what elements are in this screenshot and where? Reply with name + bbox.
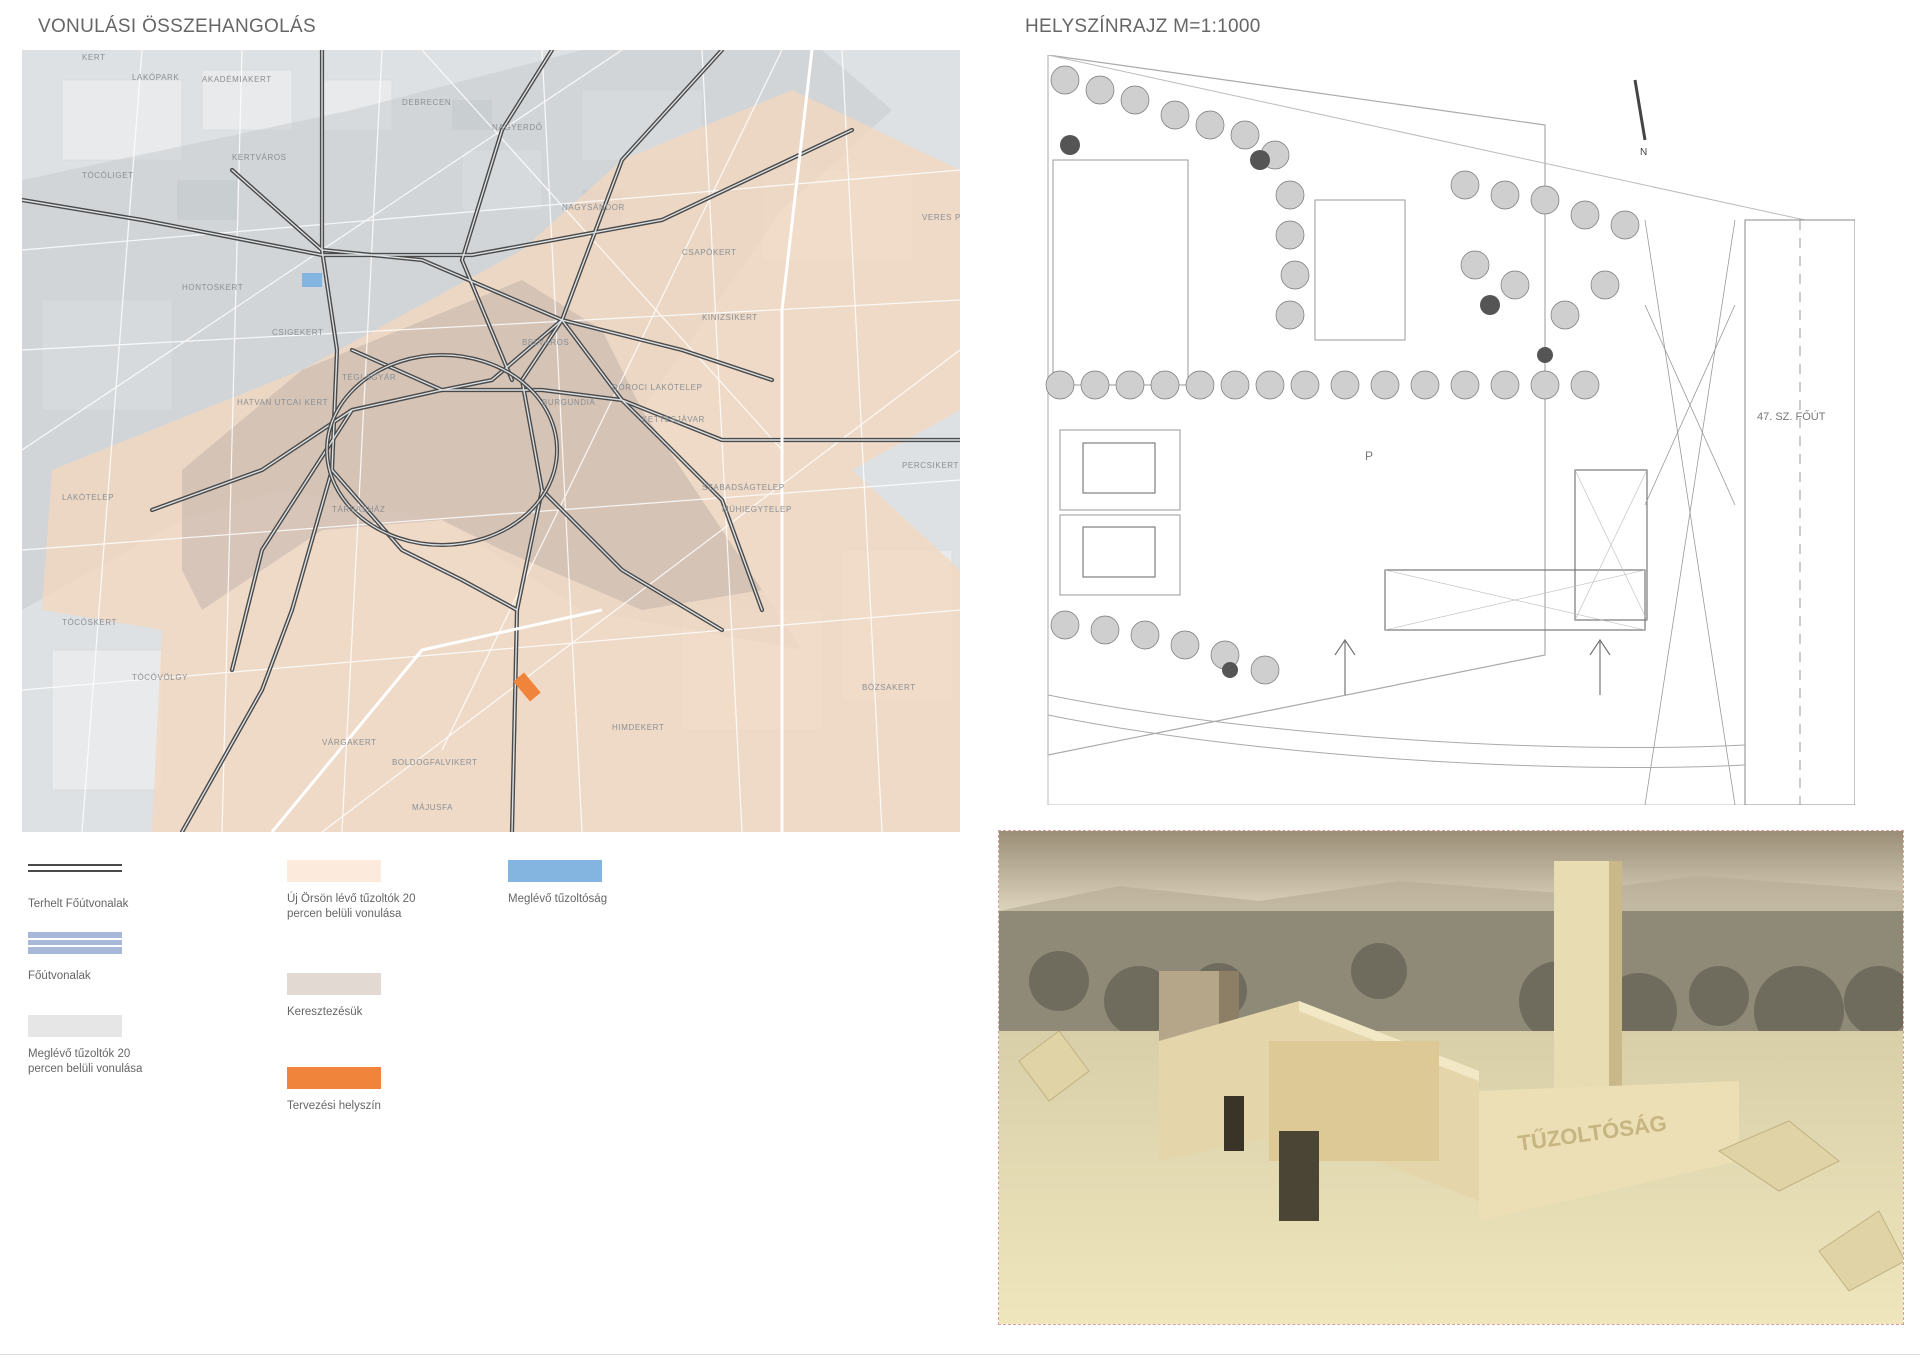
svg-text:PERCSIKERT: PERCSIKERT — [902, 461, 959, 470]
svg-text:SZABADSÁGTELEP: SZABADSÁGTELEP — [702, 483, 785, 492]
svg-text:KETTESJÁVAR: KETTESJÁVAR — [642, 415, 705, 424]
legend-new-coverage: Új Örsön lévő tűzoltók 20 percen belüli … — [287, 860, 427, 922]
legend-swatch-fill — [287, 1067, 381, 1089]
svg-text:BÓZSAKERT: BÓZSAKERT — [862, 683, 916, 692]
legend-label: Új Örsön lévő tűzoltók 20 percen belüli … — [287, 893, 416, 920]
road-label: 47. SZ. FŐÚT — [1757, 409, 1826, 423]
legend-label: Meglévő tűzoltók 20 percen belüli vonulá… — [28, 1048, 143, 1075]
existing-station-marker — [302, 273, 322, 287]
svg-text:TÓCÓVÖLGY: TÓCÓVÖLGY — [132, 673, 188, 682]
svg-text:TÓCÓLIGET: TÓCÓLIGET — [82, 171, 134, 180]
legend-label: Tervezési helyszín — [287, 1100, 381, 1112]
svg-text:VERES PÉTER: VERES PÉTER — [922, 213, 960, 222]
legend-label: Terhelt Főútvonalak — [28, 898, 129, 910]
legend-swatch-fill — [508, 860, 602, 882]
svg-text:CSAPÓKERT: CSAPÓKERT — [682, 248, 737, 257]
legend-label: Főútvonalak — [28, 970, 91, 982]
bottom-rule — [0, 1354, 1920, 1355]
site-plan[interactable]: 47. SZ. FŐÚT P N — [1045, 55, 1855, 805]
svg-text:HATVAN UTCAI KERT: HATVAN UTCAI KERT — [237, 398, 328, 407]
svg-text:BOLDOGFALVIKERT: BOLDOGFALVIKERT — [392, 758, 478, 767]
svg-text:HIMDEKERT: HIMDEKERT — [612, 723, 664, 732]
legend-swatch-double-line — [28, 864, 122, 872]
svg-text:DÓROCI LAKÓTELEP: DÓROCI LAKÓTELEP — [612, 383, 703, 392]
legend-design-site: Tervezési helyszín — [287, 1067, 547, 1114]
map-title: VONULÁSI ÖSSZEHANGOLÁS — [38, 16, 316, 37]
svg-text:KINIZSIKERT: KINIZSIKERT — [702, 313, 758, 322]
north-arrow-icon: N — [1633, 79, 1647, 158]
svg-text:MÁJUSFA: MÁJUSFA — [412, 803, 453, 812]
svg-text:NAGYERDŐ: NAGYERDŐ — [492, 123, 543, 132]
map-svg: KERT LAKÓPARK AKADÉMIAKERT TÓCÓLIGET KERTVÁ… — [22, 50, 960, 832]
legend-swatch-fill — [287, 860, 381, 882]
legend-main-routes: Főútvonalak — [28, 932, 288, 984]
svg-text:DEBRECEN: DEBRECEN — [402, 98, 451, 107]
svg-text:HONTOSKERT: HONTOSKERT — [182, 283, 243, 292]
svg-text:LAKÓPARK: LAKÓPARK — [132, 73, 179, 82]
trees — [1045, 65, 1640, 685]
svg-text:VÁRGAKERT: VÁRGAKERT — [322, 738, 377, 747]
site-plan-svg: 47. SZ. FŐÚT P N — [1045, 55, 1855, 805]
svg-text:MÚHIEGYTELEP: MÚHIEGYTELEP — [722, 505, 792, 514]
legend-existing-coverage: Meglévő tűzoltók 20 percen belüli vonulá… — [28, 1015, 168, 1077]
architectural-render: TŰZOLTÓSÁG — [998, 830, 1904, 1325]
svg-text:TÉGLAGYÁR: TÉGLAGYÁR — [342, 373, 396, 382]
parking-label: P — [1365, 449, 1373, 463]
svg-text:BELVÁROS: BELVÁROS — [522, 338, 569, 347]
svg-text:LAKÓTELEP: LAKÓTELEP — [62, 493, 114, 502]
legend-intersection: Keresztezésük — [287, 973, 547, 1020]
legend-swatch-fill — [28, 1015, 122, 1037]
render-svg: TŰZOLTÓSÁG — [999, 831, 1903, 1324]
svg-text:NAGYSÁNDOR: NAGYSÁNDOR — [562, 203, 625, 212]
coverage-map[interactable]: KERT LAKÓPARK AKADÉMIAKERT TÓCÓLIGET KERTVÁ… — [22, 50, 960, 832]
legend-loaded-main-routes: Terhelt Főútvonalak — [28, 860, 288, 912]
svg-text:AKADÉMIAKERT: AKADÉMIAKERT — [202, 75, 272, 84]
svg-text:CSIGEKERT: CSIGEKERT — [272, 328, 324, 337]
svg-text:KERT: KERT — [82, 53, 106, 62]
legend-swatch-striped — [28, 932, 122, 954]
legend-label: Keresztezésük — [287, 1006, 363, 1018]
site-plan-title: HELYSZÍNRAJZ M=1:1000 — [1025, 16, 1261, 37]
legend-label: Meglévő tűzoltóság — [508, 893, 608, 905]
legend-swatch-fill — [287, 973, 381, 995]
svg-text:TÁRSASHÁZ: TÁRSASHÁZ — [332, 505, 385, 514]
legend-existing-station: Meglévő tűzoltóság — [508, 860, 768, 907]
svg-text:TÓCÓSKERT: TÓCÓSKERT — [62, 618, 117, 627]
svg-text:N: N — [1640, 147, 1647, 158]
svg-text:BURGUNDIA: BURGUNDIA — [542, 398, 595, 407]
svg-text:KERTVÁROS: KERTVÁROS — [232, 153, 287, 162]
